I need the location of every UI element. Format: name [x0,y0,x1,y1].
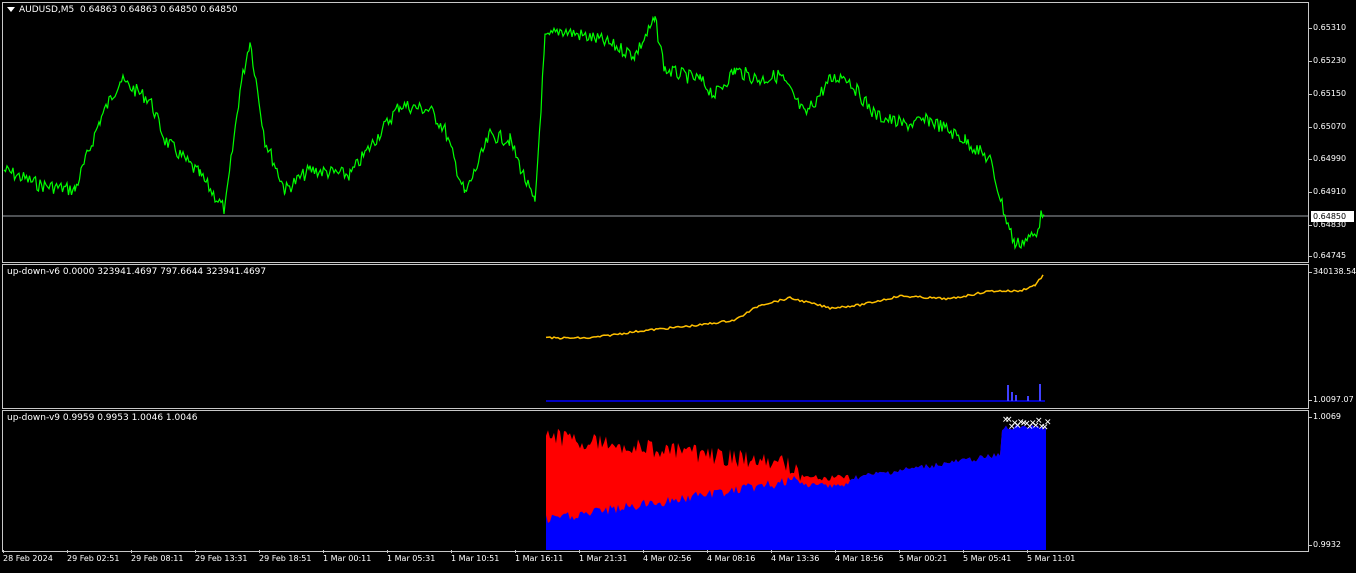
time-axis[interactable]: 28 Feb 2024 29 Feb 02:51 29 Feb 08:11 29… [0,550,1310,571]
indicator-v9-scale: 1.0069 0.9932 [1309,410,1356,552]
price-tick: 0.65070 [1308,122,1347,131]
time-label: 1 Mar 10:51 [451,550,500,563]
indicator-v9-svg: ✕✕✕✕✕✕✕✕✕✕✕✕✕✕✕ [546,415,1052,550]
time-label: 1 Mar 00:11 [323,550,372,563]
indicator-v9-markers: ✕✕✕✕✕✕✕✕✕✕✕✕✕✕✕ [1002,415,1052,432]
cross-marker: ✕ [1044,418,1052,428]
time-label: 4 Mar 18:56 [835,550,884,563]
price-tick: 0.65310 [1308,23,1347,32]
price-tick: 0.65230 [1308,56,1347,65]
time-label: 1 Mar 16:11 [515,550,564,563]
time-label: 29 Feb 08:11 [131,550,184,563]
price-tick: 0.65150 [1308,89,1347,98]
price-tick: 0.64745 [1308,251,1347,260]
time-label: 28 Feb 2024 [3,550,53,563]
price-scale[interactable]: 0.65310 0.65230 0.65150 0.65070 0.64990 … [1308,0,1356,262]
price-tick: 0.64990 [1308,154,1347,163]
price-tick: 0.64910 [1308,187,1347,196]
time-label: 5 Mar 00:21 [899,550,948,563]
time-label: 29 Feb 18:51 [259,550,312,563]
time-label: 4 Mar 13:36 [771,550,820,563]
time-label: 29 Feb 02:51 [67,550,120,563]
ind1-tick: 340138.54 [1308,267,1356,276]
time-label: 4 Mar 08:16 [707,550,756,563]
time-label: 1 Mar 21:31 [579,550,628,563]
current-price-badge: 0.64850 [1311,211,1354,222]
time-label: 5 Mar 05:41 [963,550,1012,563]
time-label: 5 Mar 11:01 [1027,550,1076,563]
ind1-tick: 1.0097.07 [1309,395,1354,404]
time-label: 1 Mar 05:31 [387,550,436,563]
ind2-tick: 1.0069 [1309,412,1341,421]
indicator-v6-scale: 340138.54 1.0097.07 [1308,264,1356,409]
time-label: 29 Feb 13:31 [195,550,248,563]
time-label: 4 Mar 02:56 [643,550,692,563]
ind2-tick: 0.9932 [1309,540,1341,549]
